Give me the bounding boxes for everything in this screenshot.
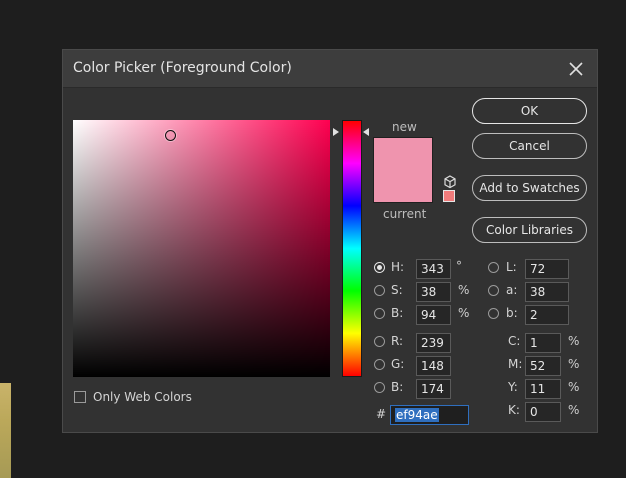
degree-unit: ° [456,259,462,273]
percent-unit: % [458,283,470,297]
background-image-thumbnail [0,383,11,478]
green-input[interactable]: 148 [416,356,451,376]
radio-hue[interactable] [374,262,385,273]
hex-value: ef94ae [395,408,439,422]
radio-lab-a[interactable] [488,285,499,296]
black-label: K: [508,403,520,417]
dialog-title: Color Picker (Foreground Color) [73,60,292,76]
only-web-colors-checkbox[interactable] [74,391,86,403]
saturation-input[interactable]: 38 [416,282,451,302]
new-color-swatch [373,137,433,203]
magenta-input[interactable]: 52 [525,356,561,376]
lab-a-label: a: [506,283,518,297]
blue-label: B: [391,380,404,394]
radio-red[interactable] [374,336,385,347]
percent-unit: % [568,334,580,348]
red-input[interactable]: 239 [416,333,451,353]
lab-l-input[interactable]: 72 [525,259,569,279]
lab-b-input[interactable]: 2 [525,305,569,325]
add-to-swatches-button[interactable]: Add to Swatches [472,175,587,201]
yellow-label: Y: [508,380,518,394]
title-bar: Color Picker (Foreground Color) [63,50,597,88]
new-label: new [392,120,417,134]
radio-saturation[interactable] [374,285,385,296]
cancel-button[interactable]: Cancel [472,133,587,159]
only-web-colors-label: Only Web Colors [93,390,192,404]
ok-button[interactable]: OK [472,98,587,124]
hex-label: # [376,407,387,421]
cyan-input[interactable]: 1 [525,333,561,353]
radio-brightness[interactable] [374,308,385,319]
color-field[interactable] [73,120,330,377]
percent-unit: % [568,403,580,417]
lab-a-input[interactable]: 38 [525,282,569,302]
color-libraries-button[interactable]: Color Libraries [472,217,587,243]
hue-slider[interactable] [342,120,362,377]
lab-b-label: b: [506,306,518,320]
cube-icon[interactable] [443,174,457,189]
hue-slider-left-arrow[interactable] [333,128,339,136]
black-input[interactable]: 0 [525,402,561,422]
hex-input[interactable]: ef94ae [390,405,469,425]
brightness-input[interactable]: 94 [416,305,451,325]
radio-blue[interactable] [374,382,385,393]
red-label: R: [391,334,404,348]
lab-l-label: L: [506,260,517,274]
radio-lab-b[interactable] [488,308,499,319]
yellow-input[interactable]: 11 [525,379,561,399]
hue-slider-right-arrow[interactable] [363,128,369,136]
blue-input[interactable]: 174 [416,379,451,399]
radio-green[interactable] [374,359,385,370]
color-picker-dialog: Color Picker (Foreground Color) new curr… [62,49,598,433]
green-label: G: [391,357,405,371]
brightness-label: B: [391,306,404,320]
color-field-cursor[interactable] [165,130,176,141]
web-safe-swatch[interactable] [443,190,455,202]
saturation-label: S: [391,283,403,297]
radio-lab-l[interactable] [488,262,499,273]
close-icon[interactable] [565,58,587,80]
percent-unit: % [458,306,470,320]
current-label: current [383,207,427,221]
magenta-label: M: [508,357,523,371]
hue-label: H: [391,260,405,274]
percent-unit: % [568,357,580,371]
hue-input[interactable]: 343 [416,259,451,279]
cyan-label: C: [508,334,521,348]
percent-unit: % [568,380,580,394]
